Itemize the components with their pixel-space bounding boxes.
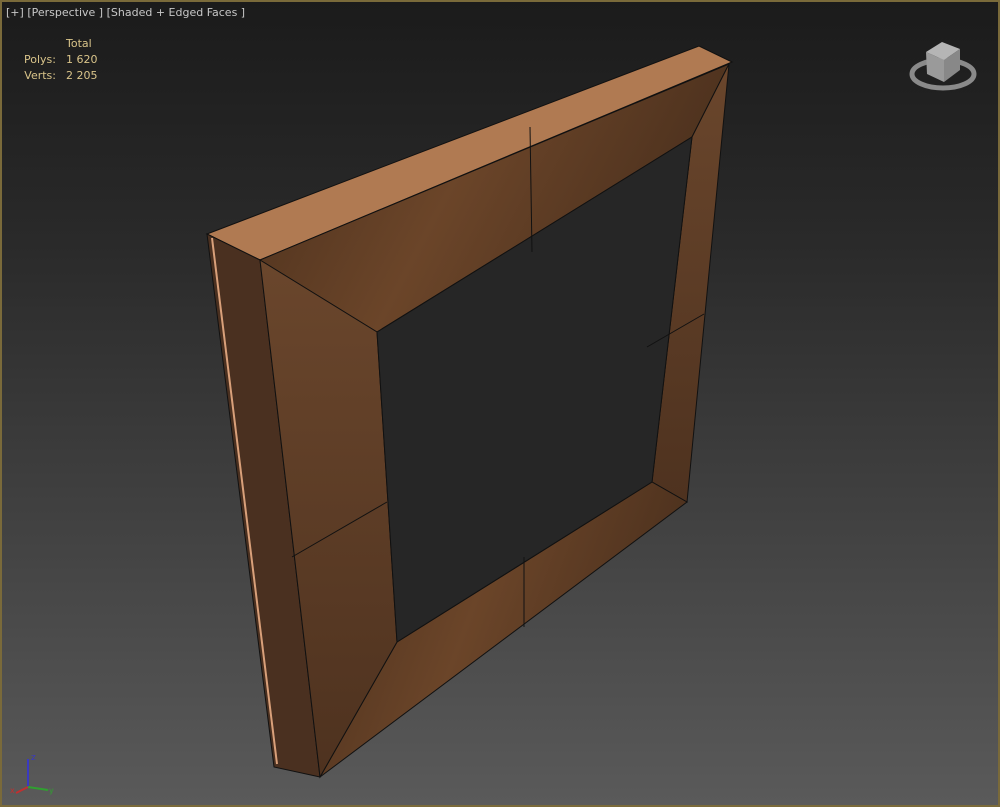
stats-value: 1 620 <box>66 53 98 66</box>
viewport-label: [+] [Perspective ] [Shaded + Edged Faces… <box>6 6 245 19</box>
statistics-overlay: Total Polys: 1 620 Verts: 2 205 <box>14 36 98 84</box>
scene-model-picture-frame[interactable] <box>2 2 1000 807</box>
shading-mode-button[interactable]: [Shaded + Edged Faces ] <box>107 6 245 19</box>
view-type-button[interactable]: [Perspective ] <box>27 6 103 19</box>
axis-y-label: y <box>49 786 54 795</box>
axis-gizmo-icon: z x y <box>10 753 54 795</box>
perspective-viewport[interactable]: [+] [Perspective ] [Shaded + Edged Faces… <box>0 0 1000 807</box>
stats-value: 2 205 <box>66 69 98 82</box>
stats-label: Verts: <box>24 69 56 82</box>
axis-x-label: x <box>10 786 15 795</box>
stats-spacer <box>14 36 66 52</box>
viewcube-icon[interactable] <box>908 32 978 98</box>
stats-header: Total <box>66 37 92 50</box>
stats-label: Polys: <box>24 53 56 66</box>
stats-row-verts: Verts: 2 205 <box>14 68 98 84</box>
stats-header-row: Total <box>14 36 98 52</box>
axis-z-label: z <box>31 753 36 763</box>
stats-row-polys: Polys: 1 620 <box>14 52 98 68</box>
viewport-menu-button[interactable]: [+] <box>6 6 24 19</box>
